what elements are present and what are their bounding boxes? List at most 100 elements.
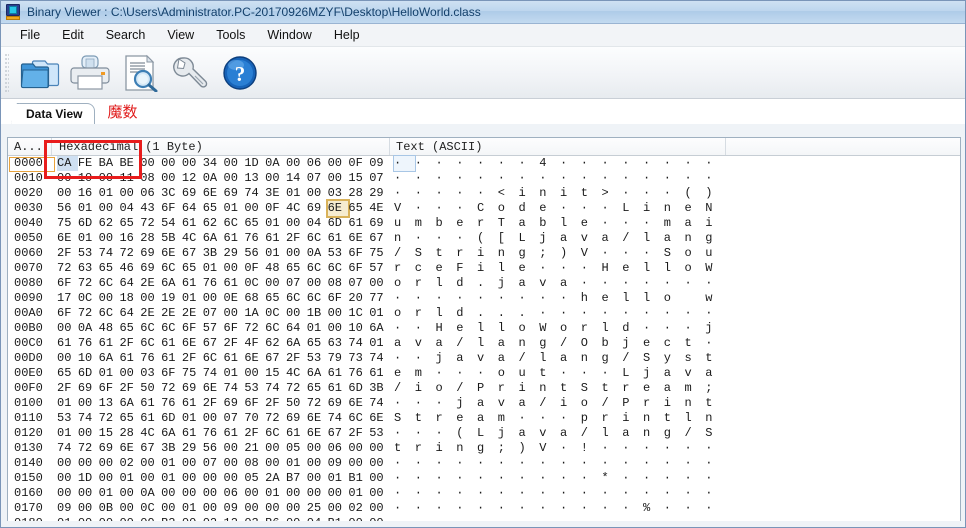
hex-byte[interactable]: 6C [161,261,182,276]
ascii-char[interactable]: S [415,246,436,261]
hex-byte[interactable]: 00 [203,411,224,426]
hex-byte[interactable]: 18 [119,291,140,306]
ascii-char[interactable]: · [394,456,415,471]
hex-byte[interactable]: 00 [244,501,265,516]
hex-byte[interactable]: 03 [140,366,161,381]
ascii-char[interactable]: · [394,471,415,486]
hex-byte[interactable]: 6C [140,336,161,351]
hex-byte[interactable]: 04 [307,216,328,231]
ascii-char[interactable]: · [560,486,581,501]
hex-byte[interactable]: 6C [224,216,245,231]
hex-byte[interactable]: 0A [265,156,286,171]
hex-byte[interactable]: 79 [328,351,349,366]
hex-byte[interactable]: 19 [161,291,182,306]
ascii-char[interactable]: y [664,351,685,366]
hex-byte[interactable]: 01 [182,411,203,426]
ascii-char[interactable]: l [498,321,519,336]
ascii-char[interactable]: i [643,201,664,216]
hex-row[interactable]: 0040 75 6D 62 65 72 54 61 62 6C 65 01 00 04 6D 61 69 u m b e… [8,216,960,231]
ascii-char[interactable]: n [539,381,560,396]
hex-byte[interactable]: 01 [99,186,120,201]
ascii-char[interactable]: · [685,276,706,291]
ascii-char[interactable]: · [477,501,498,516]
hex-byte[interactable]: 69 [307,201,328,216]
ascii-char[interactable]: T [498,216,519,231]
ascii-char[interactable]: · [664,276,685,291]
hex-byte[interactable]: 6C [286,291,307,306]
ascii-char[interactable]: ( [456,426,477,441]
ascii-char[interactable]: . [477,276,498,291]
hex-byte[interactable]: 2E [182,306,203,321]
ascii-char[interactable]: r [436,411,457,426]
hex-row[interactable]: 0110 53 74 72 65 61 6D 01 00 07 70 72 69 6E 74 6C 6E St r e… [8,411,960,426]
ascii-char[interactable]: j [498,276,519,291]
hex-byte[interactable]: 65 [286,261,307,276]
ascii-char[interactable]: L [519,231,540,246]
ascii-char[interactable]: a [664,231,685,246]
ascii-char[interactable]: o [394,306,415,321]
hex-byte[interactable]: 56 [244,246,265,261]
ascii-char[interactable]: m [664,216,685,231]
hex-byte[interactable]: 06 [140,186,161,201]
hex-byte[interactable]: 57 [369,261,390,276]
ascii-char[interactable]: r [581,321,602,336]
ascii-char[interactable]: l [436,276,457,291]
hex-byte[interactable]: 00 [328,501,349,516]
hex-byte[interactable]: 65 [265,291,286,306]
ascii-char[interactable]: · [456,486,477,501]
ascii-char[interactable]: F [456,261,477,276]
hex-byte[interactable]: 50 [140,381,161,396]
ascii-char[interactable]: · [394,186,415,201]
menu-item-search[interactable]: Search [95,26,157,44]
ascii-char[interactable]: m [685,381,706,396]
hex-byte[interactable]: 61 [161,336,182,351]
ascii-char[interactable]: l [643,231,664,246]
hex-byte[interactable]: 15 [348,171,369,186]
ascii-char[interactable]: n [519,336,540,351]
ascii-char[interactable]: i [415,381,436,396]
hex-byte[interactable]: 65 [119,321,140,336]
hex-byte[interactable]: 15 [99,426,120,441]
ascii-char[interactable]: · [519,291,540,306]
hex-byte[interactable]: 6A [369,321,390,336]
hex-byte[interactable]: 6D [348,381,369,396]
ascii-char[interactable]: a [685,216,706,231]
ascii-char[interactable]: · [664,471,685,486]
hex-byte[interactable]: 00 [140,291,161,306]
hex-byte[interactable]: 01 [224,201,245,216]
ascii-char[interactable]: a [519,426,540,441]
ascii-char[interactable]: · [664,306,685,321]
hex-byte[interactable]: 34 [203,156,224,171]
hex-byte[interactable]: 14 [286,171,307,186]
ascii-char[interactable]: j [705,321,726,336]
hex-row[interactable]: 0030 56 01 00 04 43 6F 64 65 01 00 0F 4C 69 6E 65 4E V · · ·… [8,199,960,218]
ascii-char[interactable]: · [664,456,685,471]
hex-row[interactable]: 00E0 65 6D 01 00 03 6F 75 74 01 00 15 4C 6A 61 76 61 e m · ·… [8,366,960,381]
ascii-char[interactable]: / [602,396,623,411]
hex-byte[interactable]: 63 [78,261,99,276]
hex-byte[interactable]: 6E [203,186,224,201]
ascii-char[interactable]: · [643,171,664,186]
hex-byte[interactable]: 56 [203,441,224,456]
ascii-char[interactable]: · [664,501,685,516]
ascii-char[interactable]: u [394,216,415,231]
ascii-char[interactable]: h [581,291,602,306]
ascii-char[interactable]: · [456,366,477,381]
ascii-char[interactable]: / [581,426,602,441]
hex-byte[interactable]: 4C [140,426,161,441]
hex-row[interactable]: 0100 01 00 13 6A 61 76 61 2F 69 6F 2F 50 72 69 6E 74 · · · j… [8,396,960,411]
ascii-char[interactable]: S [394,411,415,426]
hex-byte[interactable]: 76 [78,336,99,351]
ascii-char[interactable]: l [477,336,498,351]
hex-byte[interactable]: 61 [369,366,390,381]
hex-byte[interactable]: 75 [57,216,78,231]
ascii-char[interactable]: l [602,321,623,336]
ascii-char[interactable]: V [394,201,415,216]
hex-byte[interactable]: 6E [161,246,182,261]
hex-byte[interactable]: 1A [244,306,265,321]
ascii-char[interactable]: c [664,336,685,351]
ascii-char[interactable]: · [477,156,498,171]
hex-byte[interactable]: 07 [203,456,224,471]
ascii-char[interactable]: · [581,486,602,501]
hex-byte[interactable]: 64 [286,321,307,336]
